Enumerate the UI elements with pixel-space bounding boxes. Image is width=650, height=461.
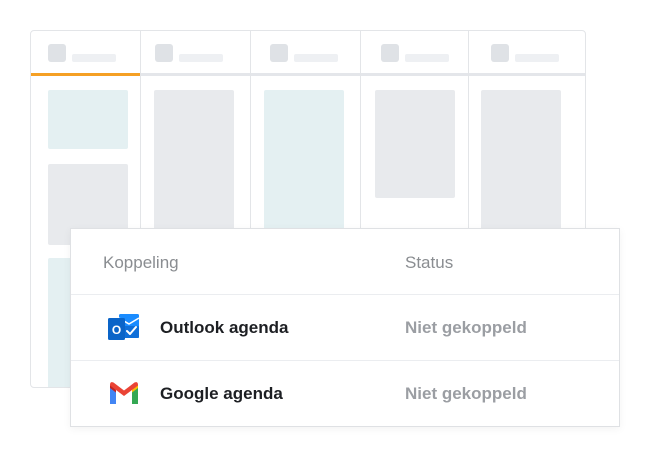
column-header-status: Status [405, 253, 454, 272]
status-label: Niet gekoppeld [405, 384, 527, 403]
placeholder-card [154, 90, 234, 240]
table-row-google[interactable]: Google agenda Niet gekoppeld [71, 361, 619, 427]
placeholder-card [264, 90, 344, 250]
board-column-header [251, 31, 360, 76]
placeholder-card [481, 90, 561, 240]
placeholder-avatar [381, 44, 399, 62]
placeholder-card [48, 90, 128, 149]
board-column-header [361, 31, 468, 76]
placeholder-avatar [270, 44, 288, 62]
placeholder-avatar [48, 44, 66, 62]
placeholder-title [179, 54, 223, 62]
svg-text:O: O [112, 323, 121, 337]
gmail-icon [107, 376, 141, 410]
placeholder-title [72, 54, 116, 62]
placeholder-avatar [155, 44, 173, 62]
table-header: Koppeling Status [71, 229, 619, 295]
placeholder-avatar [491, 44, 509, 62]
integration-name: Outlook agenda [160, 318, 289, 337]
column-header-koppeling: Koppeling [103, 253, 179, 272]
board-column-header [141, 31, 250, 76]
placeholder-title [405, 54, 449, 62]
integrations-table: Koppeling Status O Outlook agenda Niet g… [70, 228, 620, 427]
status-label: Niet gekoppeld [405, 318, 527, 337]
board-column-header [469, 31, 585, 76]
placeholder-title [515, 54, 559, 62]
integration-name: Google agenda [160, 384, 283, 403]
placeholder-title [294, 54, 338, 62]
board-column-header-active [31, 31, 140, 76]
table-row-outlook[interactable]: O Outlook agenda Niet gekoppeld [71, 295, 619, 361]
outlook-icon: O [107, 310, 141, 344]
placeholder-card [375, 90, 455, 198]
